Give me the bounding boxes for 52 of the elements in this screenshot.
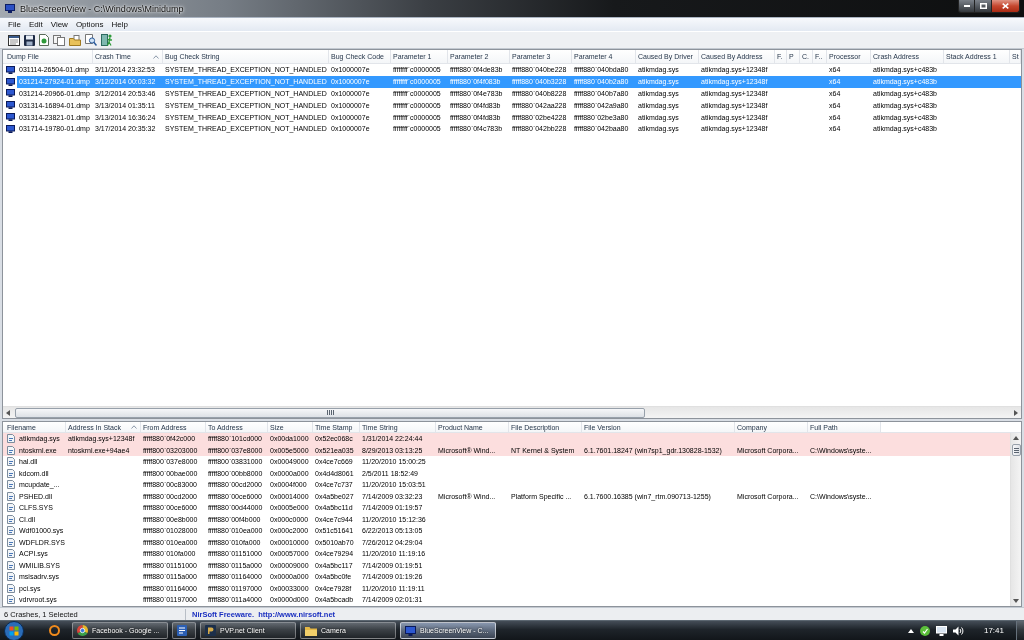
exit-icon[interactable] bbox=[101, 34, 113, 46]
down-arrow-icon[interactable] bbox=[1013, 599, 1019, 603]
grip-icon bbox=[1013, 447, 1019, 453]
monitor-icon bbox=[6, 101, 15, 110]
menu-item[interactable]: View bbox=[46, 18, 72, 31]
up-arrow-icon[interactable] bbox=[907, 628, 914, 633]
start-icon[interactable] bbox=[4, 620, 24, 640]
close-icon bbox=[1002, 3, 1009, 9]
folder-icon bbox=[305, 625, 317, 636]
copy-icon[interactable] bbox=[53, 34, 65, 46]
search-icon[interactable] bbox=[85, 34, 97, 46]
right-arrow-icon[interactable] bbox=[1014, 409, 1018, 416]
menu-item[interactable]: Edit bbox=[24, 18, 47, 31]
monitor-icon bbox=[6, 124, 15, 133]
save-icon[interactable] bbox=[24, 34, 35, 46]
left-arrow-icon[interactable] bbox=[6, 409, 10, 416]
menu-item[interactable]: Options bbox=[71, 18, 108, 31]
window-title: BlueScreenView - C:\Windows\Minidump bbox=[20, 3, 184, 14]
maximize-button[interactable] bbox=[975, 0, 992, 13]
folder-icon[interactable] bbox=[69, 34, 81, 46]
document-icon bbox=[177, 625, 187, 636]
tile-icon bbox=[205, 625, 216, 636]
maximize-icon bbox=[979, 3, 987, 9]
menu-item[interactable]: Help bbox=[107, 18, 132, 31]
grip-icon bbox=[326, 410, 334, 415]
scrollbar-thumb[interactable] bbox=[15, 407, 645, 418]
window-icon[interactable] bbox=[8, 34, 20, 46]
close-button[interactable] bbox=[992, 0, 1020, 13]
clock: 17:41 bbox=[983, 626, 1004, 635]
monitor-icon bbox=[6, 65, 15, 74]
round-logo-icon bbox=[77, 625, 88, 636]
up-arrow-icon[interactable] bbox=[1013, 436, 1019, 440]
network-icon[interactable] bbox=[935, 625, 947, 636]
list-row[interactable] bbox=[3, 75, 1021, 88]
volume-icon[interactable] bbox=[952, 625, 964, 636]
ring-icon bbox=[49, 625, 60, 636]
monitor-icon bbox=[6, 113, 15, 122]
app-icon bbox=[5, 4, 15, 13]
show-desktop-button[interactable] bbox=[1016, 621, 1024, 640]
monitor-icon bbox=[405, 625, 416, 636]
scrollbar-thumb[interactable] bbox=[1011, 444, 1021, 456]
monitor-icon bbox=[6, 77, 15, 86]
menu-item[interactable]: File bbox=[4, 18, 25, 31]
minimize-icon bbox=[963, 5, 970, 7]
horizontal-scrollbar[interactable] bbox=[3, 406, 1021, 418]
file-icon bbox=[7, 595, 15, 605]
minimize-button[interactable] bbox=[958, 0, 975, 13]
monitor-icon bbox=[6, 89, 15, 98]
taskbar-button[interactable] bbox=[172, 622, 196, 639]
round-app-icon[interactable] bbox=[919, 625, 930, 636]
page-icon[interactable] bbox=[39, 34, 49, 46]
vertical-scrollbar[interactable] bbox=[1010, 433, 1021, 606]
